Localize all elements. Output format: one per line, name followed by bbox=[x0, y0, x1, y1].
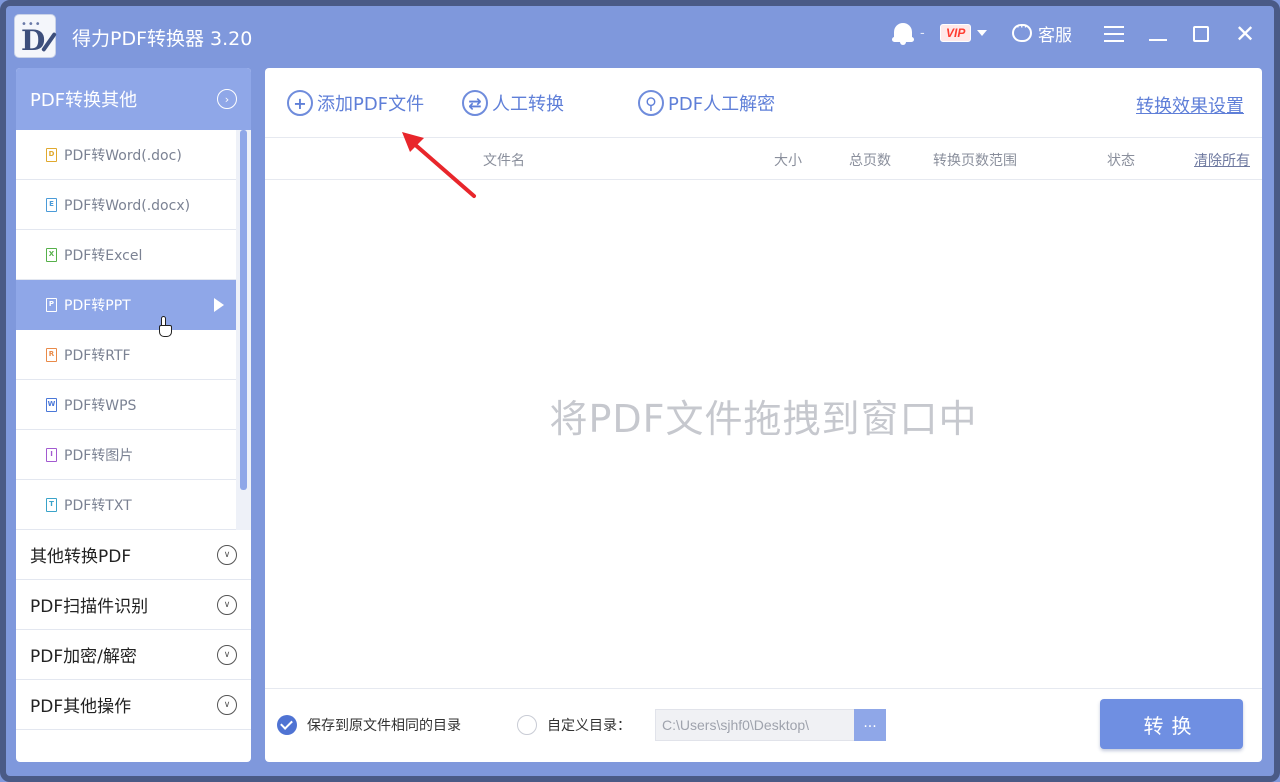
rtf-file-icon: R bbox=[46, 347, 57, 362]
selected-arrow-icon bbox=[214, 298, 224, 312]
sidebar-item-word-doc[interactable]: D PDF转Word(.doc) bbox=[16, 130, 236, 180]
column-page-range: 转换页数范围 bbox=[933, 153, 1017, 169]
sidebar-group-encrypt-decrypt[interactable]: PDF加密/解密 ∨ bbox=[16, 630, 251, 680]
clear-all-link[interactable]: 清除所有 bbox=[1194, 150, 1250, 170]
notification-button[interactable]: - bbox=[892, 0, 925, 66]
bell-icon bbox=[892, 21, 914, 45]
vip-button[interactable]: VIP bbox=[940, 0, 988, 66]
chevron-down-icon: ∨ bbox=[217, 644, 237, 665]
column-size: 大小 bbox=[774, 153, 802, 169]
browse-button[interactable]: ... bbox=[854, 709, 886, 741]
app-logo: ••• D bbox=[14, 14, 57, 58]
convert-button[interactable]: 转换 bbox=[1100, 699, 1243, 749]
chevron-down-icon: ∨ bbox=[217, 544, 237, 565]
chat-icon bbox=[1012, 20, 1032, 42]
annotation-arrow-icon bbox=[402, 132, 476, 198]
sidebar-item-rtf[interactable]: R PDF转RTF bbox=[16, 330, 236, 380]
menu-button[interactable] bbox=[1102, 22, 1126, 46]
column-file-name: 文件名 bbox=[483, 153, 525, 169]
chevron-down-icon: ∨ bbox=[217, 594, 237, 615]
vip-badge: VIP bbox=[940, 24, 972, 42]
minimize-button[interactable] bbox=[1146, 22, 1170, 46]
file-drop-zone[interactable]: 将PDF文件拖拽到窗口中 bbox=[265, 180, 1262, 688]
wps-file-icon: W bbox=[46, 397, 57, 412]
customer-service-button[interactable]: 客服 bbox=[1012, 0, 1072, 66]
sidebar-group-other-to-pdf[interactable]: 其他转换PDF ∨ bbox=[16, 530, 251, 580]
ppt-file-icon: P bbox=[46, 297, 57, 312]
close-button[interactable]: ✕ bbox=[1233, 22, 1257, 46]
title-bar: ••• D 得力PDF转换器 3.20 - VIP 客服 ✕ bbox=[0, 0, 1280, 66]
chevron-right-icon: › bbox=[217, 89, 237, 109]
sidebar-group-pdf-to-other[interactable]: PDF转换其他 › bbox=[16, 68, 251, 130]
swap-icon: ⇄ bbox=[462, 90, 488, 116]
image-file-icon: I bbox=[46, 447, 57, 462]
add-pdf-button[interactable]: + 添加PDF文件 bbox=[287, 90, 424, 116]
column-status: 状态 bbox=[1107, 153, 1135, 169]
sidebar-scrollbar-thumb[interactable] bbox=[240, 130, 247, 490]
sidebar-group-label: PDF转换其他 bbox=[30, 90, 138, 111]
conversion-settings-link[interactable]: 转换效果设置 bbox=[1136, 92, 1244, 118]
app-title: 得力PDF转换器 3.20 bbox=[72, 28, 253, 50]
doc-file-icon: D bbox=[46, 147, 57, 162]
plus-circle-icon: + bbox=[287, 90, 313, 116]
sidebar-item-word-docx[interactable]: E PDF转Word(.docx) bbox=[16, 180, 236, 230]
manual-convert-button[interactable]: ⇄ 人工转换 bbox=[462, 90, 564, 116]
maximize-button[interactable] bbox=[1189, 22, 1213, 46]
docx-file-icon: E bbox=[46, 197, 57, 212]
drop-hint: 将PDF文件拖拽到窗口中 bbox=[549, 397, 978, 441]
manual-decrypt-button[interactable]: ⚲ PDF人工解密 bbox=[638, 90, 775, 116]
footer-bar: 保存到原文件相同的目录 自定义目录： C:\Users\sjhf0\Deskto… bbox=[265, 688, 1262, 762]
column-total-pages: 总页数 bbox=[849, 153, 891, 169]
sidebar-sublist: D PDF转Word(.doc) E PDF转Word(.docx) X PDF… bbox=[16, 130, 251, 530]
customer-service-label: 客服 bbox=[1038, 25, 1072, 46]
key-icon: ⚲ bbox=[638, 90, 664, 116]
toolbar: + 添加PDF文件 ⇄ 人工转换 ⚲ PDF人工解密 转换效果设置 bbox=[265, 68, 1262, 138]
sidebar-item-image[interactable]: I PDF转图片 bbox=[16, 430, 236, 480]
output-path-input[interactable]: C:\Users\sjhf0\Desktop\ bbox=[655, 709, 855, 741]
txt-file-icon: T bbox=[46, 497, 57, 512]
hand-cursor-icon bbox=[158, 316, 172, 338]
sidebar-item-excel[interactable]: X PDF转Excel bbox=[16, 230, 236, 280]
sidebar-group-other-operations[interactable]: PDF其他操作 ∨ bbox=[16, 680, 251, 730]
excel-file-icon: X bbox=[46, 247, 57, 262]
sidebar-item-txt[interactable]: T PDF转TXT bbox=[16, 480, 236, 530]
custom-dir-option[interactable]: 自定义目录： bbox=[517, 715, 631, 735]
sidebar-item-ppt[interactable]: P PDF转PPT bbox=[16, 280, 236, 330]
chevron-down-icon bbox=[977, 30, 988, 36]
sidebar-group-scan-ocr[interactable]: PDF扫描件识别 ∨ bbox=[16, 580, 251, 630]
save-same-dir-option[interactable]: 保存到原文件相同的目录 bbox=[277, 715, 461, 735]
chevron-down-icon: ∨ bbox=[217, 694, 237, 715]
sidebar-item-wps[interactable]: W PDF转WPS bbox=[16, 380, 236, 430]
checked-radio-icon[interactable] bbox=[277, 715, 297, 735]
unchecked-radio-icon[interactable] bbox=[517, 715, 537, 735]
sidebar: PDF转换其他 › D PDF转Word(.doc) E PDF转Word(.d… bbox=[16, 68, 251, 762]
